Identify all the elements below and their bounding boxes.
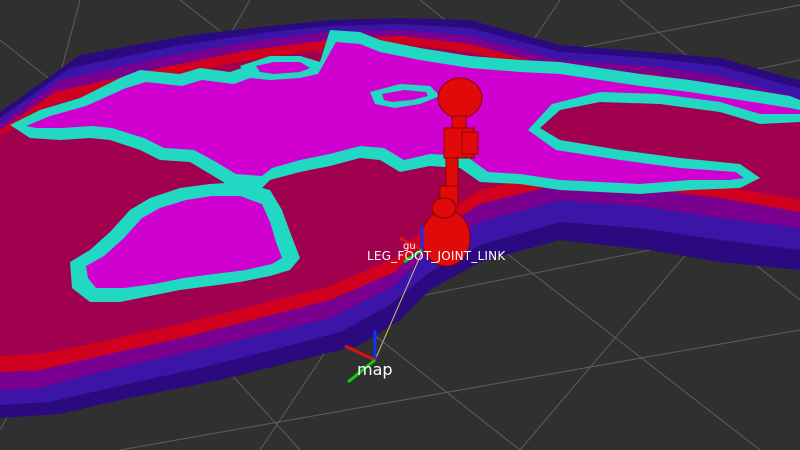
3d-viewport[interactable]: gu LEG_FOOT_JOINT_LINK map: [0, 0, 800, 450]
robot-foot-top: [431, 197, 457, 219]
robot-lower-leg: [445, 157, 459, 189]
robot-side-block: [461, 131, 479, 155]
robot-foot: [421, 209, 471, 267]
robot-head: [437, 77, 483, 119]
scene-canvas[interactable]: [0, 0, 800, 450]
